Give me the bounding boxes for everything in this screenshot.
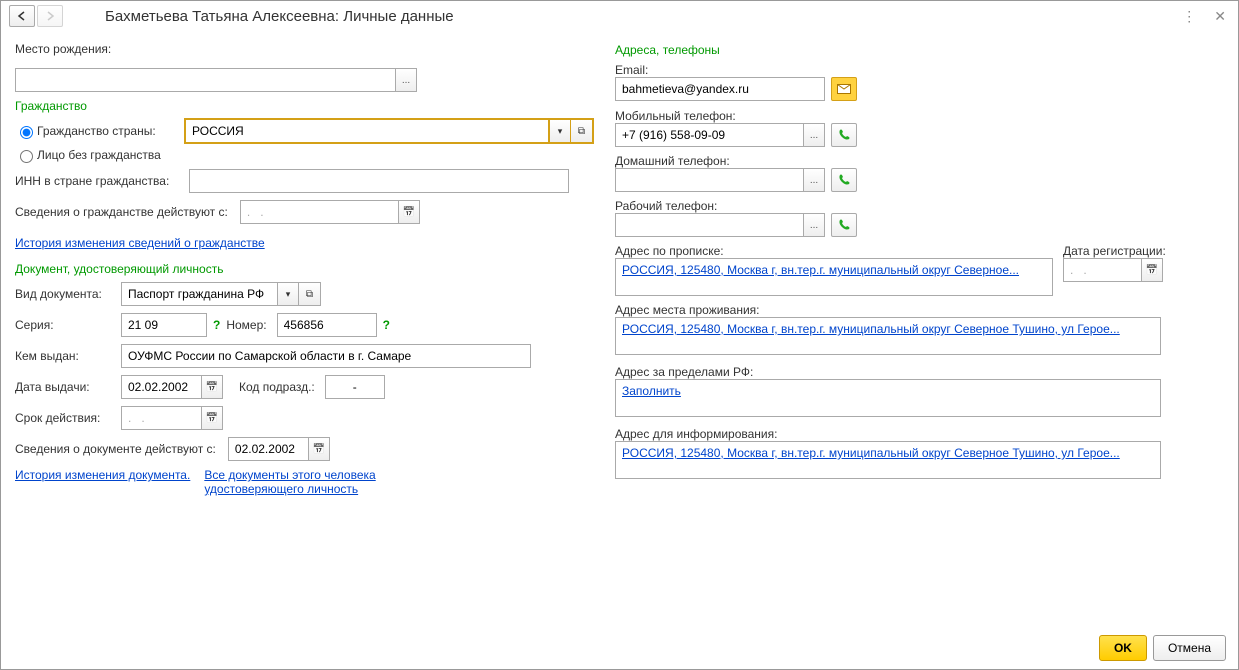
- work-phone-label: Рабочий телефон:: [615, 199, 1218, 213]
- reg-date-calendar-icon[interactable]: [1141, 258, 1163, 282]
- citizenship-history-link[interactable]: История изменения сведений о гражданстве: [15, 236, 265, 250]
- res-addr-box[interactable]: РОССИЯ, 125480, Москва г, вн.тер.г. муни…: [615, 317, 1161, 355]
- mobile-more-button[interactable]: ...: [803, 123, 825, 147]
- citizenship-dropdown-button[interactable]: [549, 119, 571, 143]
- doc-type-dropdown-button[interactable]: [277, 282, 299, 306]
- citizenship-valid-from-calendar-icon[interactable]: [398, 200, 420, 224]
- citizenship-valid-from-label: Сведения о гражданстве действуют с:: [15, 205, 228, 219]
- reg-date-label: Дата регистрации:: [1063, 244, 1166, 258]
- birthplace-label: Место рождения:: [15, 42, 111, 56]
- reg-addr-link[interactable]: РОССИЯ, 125480, Москва г, вн.тер.г. муни…: [622, 263, 1019, 277]
- home-phone-label: Домашний телефон:: [615, 154, 1218, 168]
- stateless-label: Лицо без гражданства: [37, 148, 161, 162]
- citizenship-country-input[interactable]: [185, 119, 549, 143]
- inn-input[interactable]: [189, 169, 569, 193]
- issue-date-calendar-icon[interactable]: [201, 375, 223, 399]
- left-column: Место рождения: ... Гражданство Гражданс…: [15, 37, 595, 503]
- doc-history-link[interactable]: История изменения документа.: [15, 468, 190, 482]
- call-work-button[interactable]: [831, 213, 857, 237]
- call-home-button[interactable]: [831, 168, 857, 192]
- doc-type-input[interactable]: [121, 282, 277, 306]
- series-help-icon[interactable]: ?: [213, 318, 220, 332]
- right-column: Адреса, телефоны Email: Мобильный телефо…: [615, 37, 1224, 503]
- number-label: Номер:: [226, 318, 266, 332]
- issue-date-label: Дата выдачи:: [15, 380, 115, 394]
- series-label: Серия:: [15, 318, 115, 332]
- work-phone-input[interactable]: [615, 213, 803, 237]
- window-title: Бахметьева Татьяна Алексеевна: Личные да…: [105, 8, 454, 25]
- res-addr-link[interactable]: РОССИЯ, 125480, Москва г, вн.тер.г. муни…: [622, 322, 1120, 336]
- series-input[interactable]: [121, 313, 207, 337]
- citizenship-valid-from-input[interactable]: [240, 200, 398, 224]
- dept-code-label: Код подразд.:: [239, 380, 315, 394]
- fill-foreign-addr-link[interactable]: Заполнить: [622, 384, 681, 398]
- notify-addr-label: Адрес для информирования:: [615, 427, 1218, 441]
- stateless-radio[interactable]: [20, 150, 33, 163]
- forward-button[interactable]: [37, 5, 63, 27]
- number-help-icon[interactable]: ?: [383, 318, 390, 332]
- doc-valid-from-label: Сведения о документе действуют с:: [15, 442, 216, 456]
- doc-valid-from-calendar-icon[interactable]: [308, 437, 330, 461]
- doc-type-label: Вид документа:: [15, 287, 115, 301]
- call-mobile-button[interactable]: [831, 123, 857, 147]
- close-icon[interactable]: ✕: [1210, 8, 1230, 25]
- footer: OK Отмена: [1099, 635, 1226, 661]
- doc-valid-from-input[interactable]: [228, 437, 308, 461]
- all-docs-link[interactable]: Все документы этого человека удостоверяю…: [204, 468, 404, 496]
- citizenship-country-label: Гражданство страны:: [37, 124, 179, 138]
- send-email-button[interactable]: [831, 77, 857, 101]
- notify-addr-link[interactable]: РОССИЯ, 125480, Москва г, вн.тер.г. муни…: [622, 446, 1120, 460]
- home-phone-input[interactable]: [615, 168, 803, 192]
- reg-addr-label: Адрес по прописке:: [615, 244, 1047, 258]
- cancel-button[interactable]: Отмена: [1153, 635, 1226, 661]
- back-button[interactable]: [9, 5, 35, 27]
- home-phone-more-button[interactable]: ...: [803, 168, 825, 192]
- mobile-label: Мобильный телефон:: [615, 109, 1218, 123]
- ok-button[interactable]: OK: [1099, 635, 1147, 661]
- foreign-addr-label: Адрес за пределами РФ:: [615, 365, 1218, 379]
- email-input[interactable]: [615, 77, 825, 101]
- validity-input[interactable]: [121, 406, 201, 430]
- issue-date-input[interactable]: [121, 375, 201, 399]
- birthplace-more-button[interactable]: ...: [395, 68, 417, 92]
- work-phone-more-button[interactable]: ...: [803, 213, 825, 237]
- citizenship-expand-button[interactable]: [571, 119, 593, 143]
- issued-by-input[interactable]: [121, 344, 531, 368]
- personal-data-window: Бахметьева Татьяна Алексеевна: Личные да…: [0, 0, 1239, 670]
- inn-label: ИНН в стране гражданства:: [15, 174, 183, 188]
- document-header: Документ, удостоверяющий личность: [15, 262, 595, 276]
- dept-code-input[interactable]: [325, 375, 385, 399]
- reg-date-input[interactable]: [1063, 258, 1141, 282]
- email-label: Email:: [615, 63, 1218, 77]
- citizenship-header: Гражданство: [15, 99, 595, 113]
- number-input[interactable]: [277, 313, 377, 337]
- validity-calendar-icon[interactable]: [201, 406, 223, 430]
- contacts-header: Адреса, телефоны: [615, 43, 1224, 57]
- notify-addr-box[interactable]: РОССИЯ, 125480, Москва г, вн.тер.г. муни…: [615, 441, 1161, 479]
- birthplace-input[interactable]: [15, 68, 395, 92]
- res-addr-label: Адрес места проживания:: [615, 303, 1218, 317]
- more-icon[interactable]: ⋮: [1178, 8, 1200, 25]
- issued-by-label: Кем выдан:: [15, 349, 115, 363]
- validity-label: Срок действия:: [15, 411, 115, 425]
- citizenship-country-radio[interactable]: [20, 126, 33, 139]
- mobile-input[interactable]: [615, 123, 803, 147]
- titlebar: Бахметьева Татьяна Алексеевна: Личные да…: [1, 1, 1238, 31]
- doc-type-expand-button[interactable]: [299, 282, 321, 306]
- reg-addr-box[interactable]: РОССИЯ, 125480, Москва г, вн.тер.г. муни…: [615, 258, 1053, 296]
- foreign-addr-box[interactable]: Заполнить: [615, 379, 1161, 417]
